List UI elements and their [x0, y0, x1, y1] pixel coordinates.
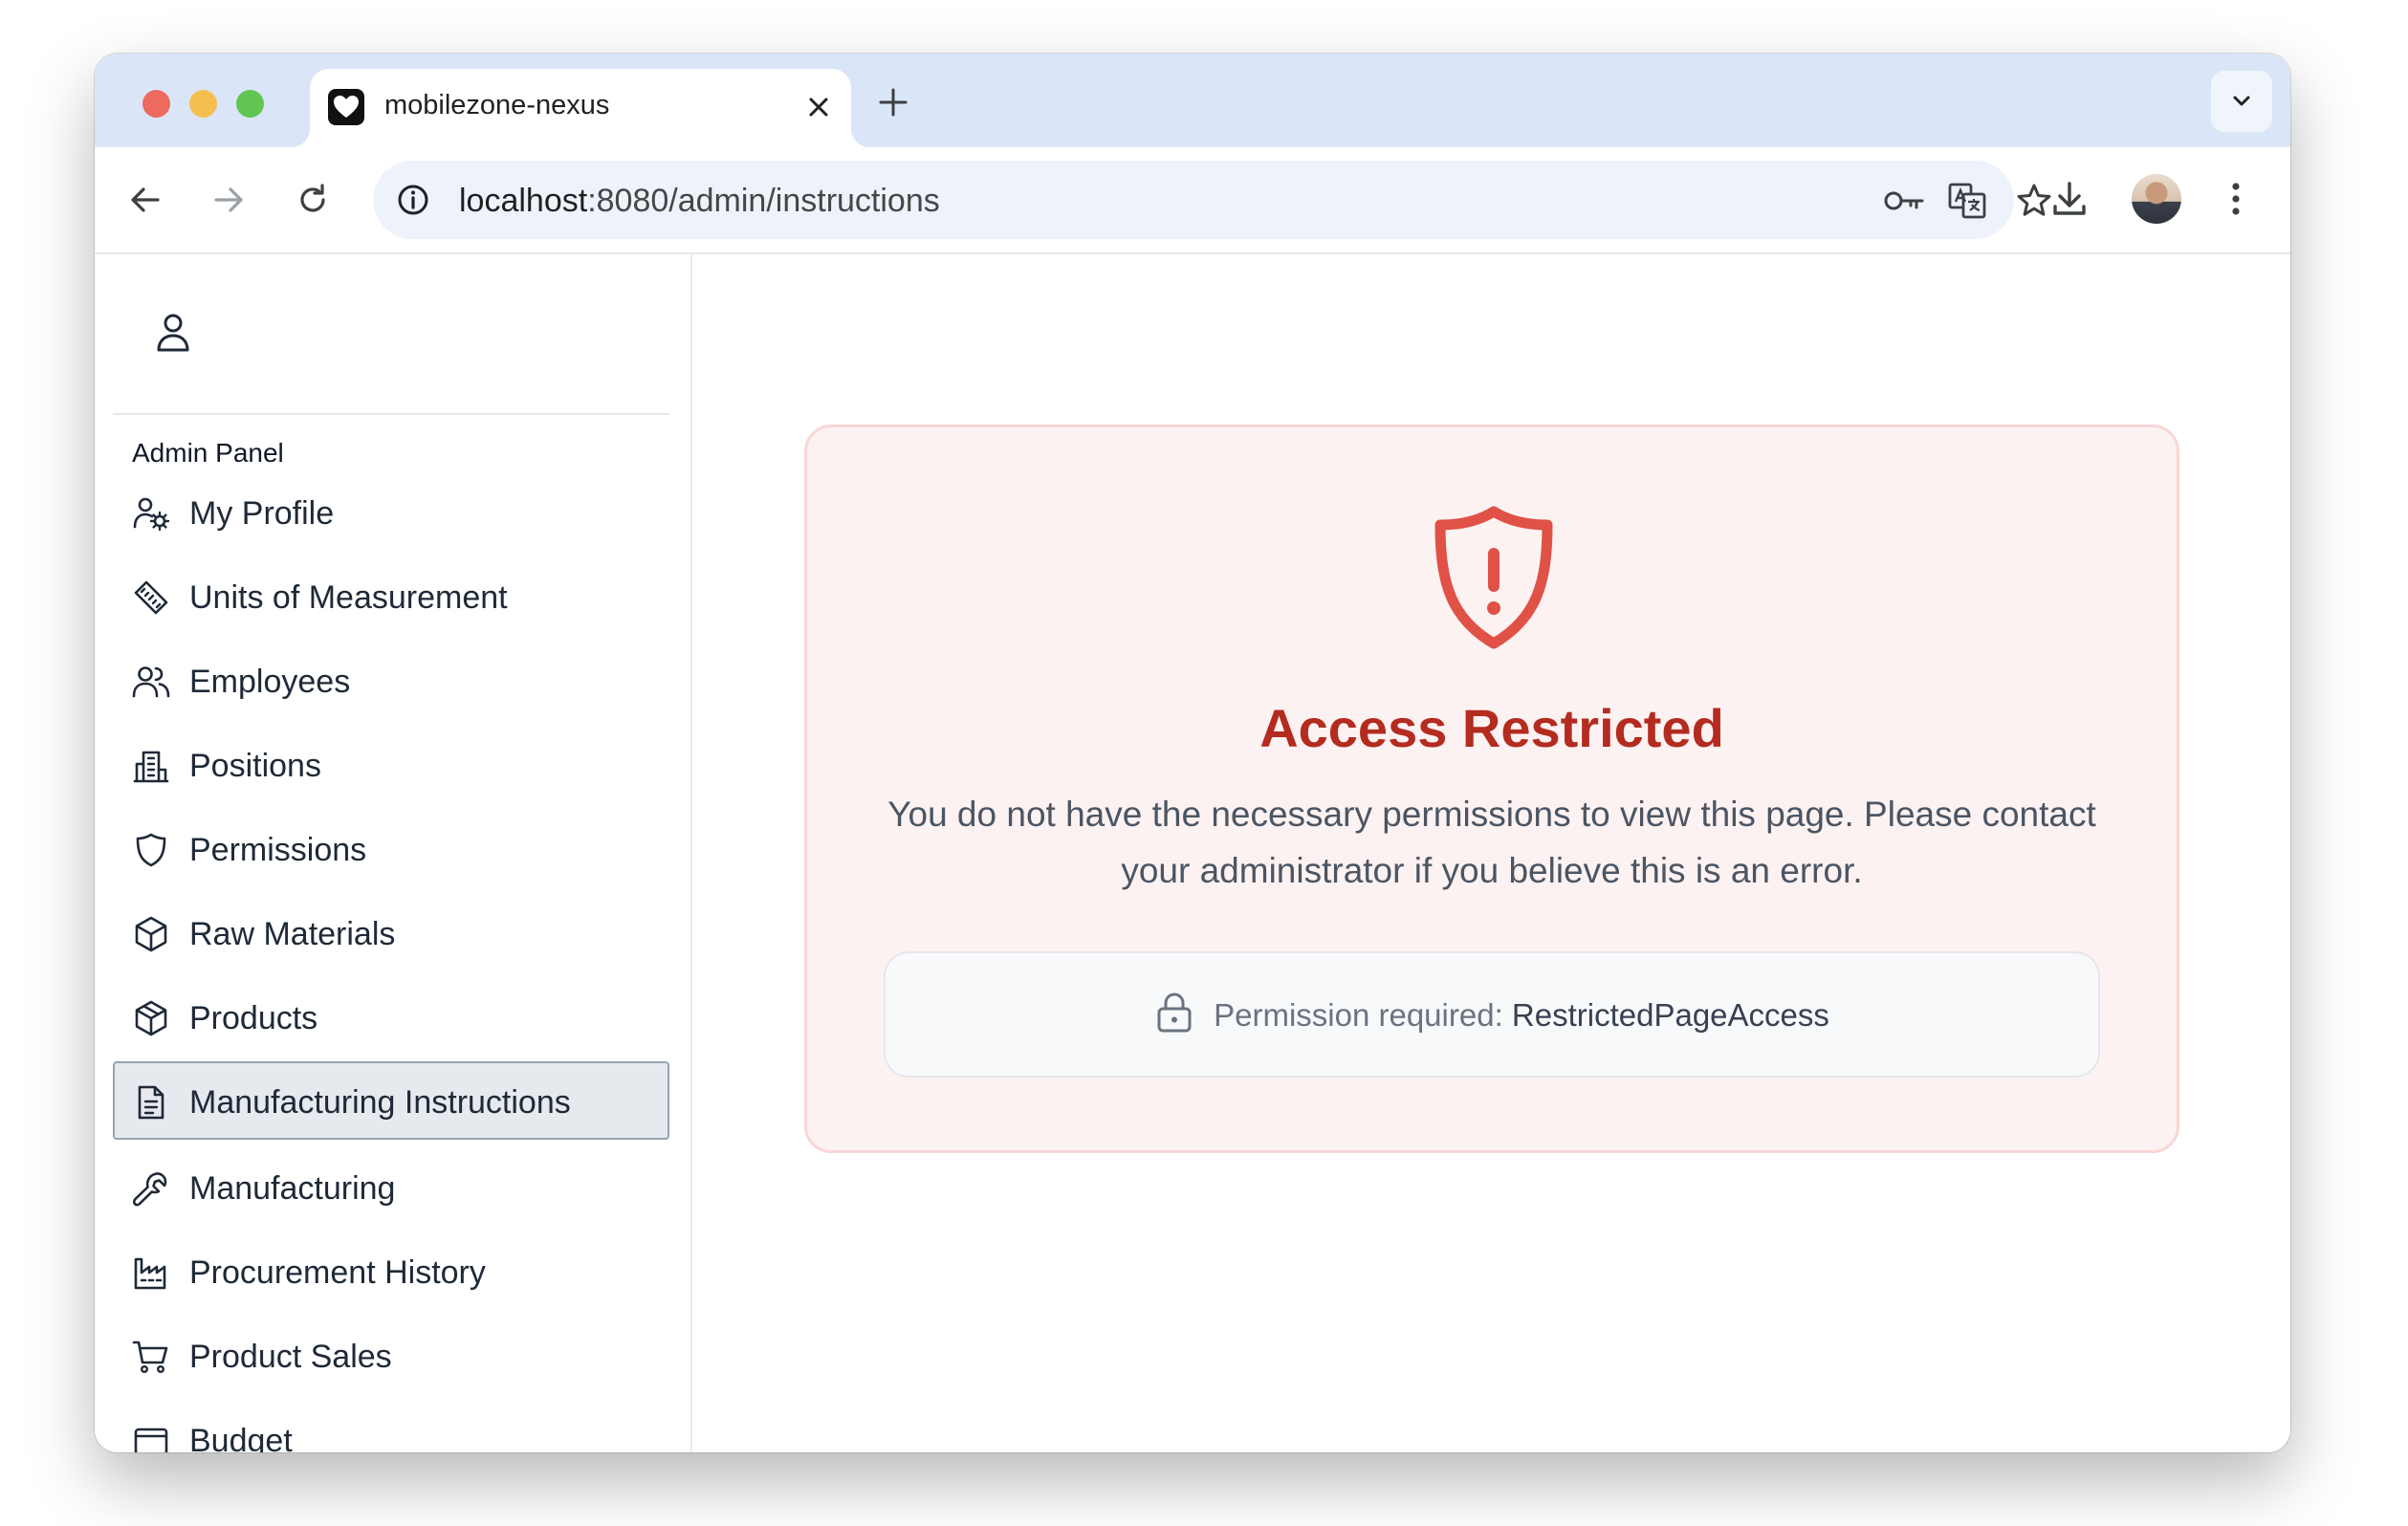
sidebar-item-budget[interactable]: Budget — [113, 1400, 669, 1452]
sidebar-item-my-profile[interactable]: My Profile — [113, 472, 669, 551]
tab-search-button[interactable] — [2211, 71, 2272, 132]
building-icon — [133, 751, 169, 783]
download-icon[interactable] — [2047, 176, 2092, 222]
sidebar-item-manufacturing-instructions[interactable]: Manufacturing Instructions — [113, 1061, 669, 1140]
sidebar-item-manufacturing[interactable]: Manufacturing — [113, 1147, 669, 1226]
sidebar-item-label: Units of Measurement — [189, 579, 508, 616]
close-tab-icon[interactable] — [799, 88, 838, 126]
access-restricted-card: Access Restricted You do not have the ne… — [804, 425, 2179, 1153]
back-arrow-icon[interactable] — [123, 178, 167, 222]
sidebar-item-permissions[interactable]: Permissions — [113, 809, 669, 887]
alert-message: You do not have the necessary permission… — [887, 795, 2096, 890]
shield-alert-icon — [1434, 506, 1553, 649]
document-icon — [138, 1085, 164, 1120]
package-icon — [135, 1000, 167, 1036]
sidebar-item-label: Product Sales — [189, 1339, 392, 1375]
users-icon — [132, 666, 170, 698]
shield-icon — [136, 833, 166, 867]
password-key-icon[interactable] — [1882, 181, 1928, 221]
permission-name: RestrictedPageAccess — [1511, 997, 1829, 1033]
sidebar-item-employees[interactable]: Employees — [113, 641, 669, 719]
browser-tab[interactable]: mobilezone-nexus — [291, 69, 870, 147]
sidebar-item-product-sales[interactable]: Product Sales — [113, 1316, 669, 1394]
window-minimize-button[interactable] — [189, 90, 217, 118]
translate-icon[interactable] — [1947, 181, 1987, 221]
url-host: localhost — [459, 183, 588, 219]
reload-icon[interactable] — [291, 178, 335, 222]
user-icon[interactable] — [150, 310, 196, 356]
sidebar-item-label: Raw Materials — [189, 916, 396, 952]
sidebar-item-label: Products — [189, 1000, 318, 1036]
heart-favicon-icon — [328, 89, 364, 125]
sidebar-item-label: My Profile — [189, 495, 335, 532]
cart-icon — [132, 1341, 168, 1374]
new-tab-icon[interactable] — [873, 82, 913, 122]
alert-title: Access Restricted — [1259, 698, 1724, 758]
sidebar-item-label: Employees — [189, 664, 351, 700]
tab-title: mobilezone-nexus — [384, 90, 610, 120]
browser-toolbar: localhost:8080/admin/instructions — [95, 147, 2290, 254]
sidebar-item-label: Positions — [189, 748, 321, 784]
page-content: Admin Panel My Profile Units of Measurem… — [95, 254, 2290, 1452]
wrench-icon — [132, 1172, 167, 1207]
sidebar-item-label: Permissions — [189, 832, 367, 868]
ruler-icon — [134, 580, 168, 615]
window-close-button[interactable] — [142, 90, 170, 118]
forward-arrow-icon[interactable] — [207, 178, 251, 222]
tab-strip: mobilezone-nexus — [95, 54, 2290, 147]
sidebar-item-label: Manufacturing — [189, 1170, 396, 1207]
sidebar-item-label: Procurement History — [189, 1254, 486, 1291]
main-panel: Access Restricted You do not have the ne… — [692, 254, 2290, 1452]
url-path: :8080/admin/instructions — [587, 183, 940, 219]
address-bar[interactable]: localhost:8080/admin/instructions — [373, 161, 2051, 239]
sidebar-item-label: Budget — [189, 1423, 293, 1452]
wallet-icon — [134, 1428, 168, 1452]
browser-window: mobilezone-nexus localhost:8080/admin/in… — [95, 54, 2290, 1452]
lock-icon — [1157, 992, 1192, 1033]
sidebar-item-procurement-history[interactable]: Procurement History — [113, 1232, 669, 1310]
sidebar-item-products[interactable]: Products — [113, 977, 669, 1056]
sidebar-item-units-of-measurement[interactable]: Units of Measurement — [113, 556, 669, 635]
chevron-down-icon — [2233, 96, 2250, 106]
factory-icon — [134, 1257, 166, 1290]
permission-label: Permission required: — [1214, 997, 1503, 1033]
sidebar-item-raw-materials[interactable]: Raw Materials — [113, 893, 669, 971]
url-text[interactable]: localhost:8080/admin/instructions — [459, 183, 940, 220]
user-gear-icon — [133, 497, 170, 532]
sidebar-divider — [113, 413, 669, 415]
window-maximize-button[interactable] — [236, 90, 264, 118]
sidebar-item-label: Manufacturing Instructions — [189, 1084, 571, 1121]
more-menu-icon[interactable] — [2213, 176, 2259, 222]
profile-avatar[interactable] — [2132, 174, 2181, 224]
admin-sidebar: Admin Panel My Profile Units of Measurem… — [95, 254, 692, 1452]
permission-required-box: Permission required: RestrictedPageAcces… — [884, 951, 2100, 1078]
sidebar-heading: Admin Panel — [132, 438, 284, 468]
cube-icon — [135, 916, 167, 952]
sidebar-item-positions[interactable]: Positions — [113, 725, 669, 803]
site-info-icon[interactable] — [394, 181, 432, 219]
